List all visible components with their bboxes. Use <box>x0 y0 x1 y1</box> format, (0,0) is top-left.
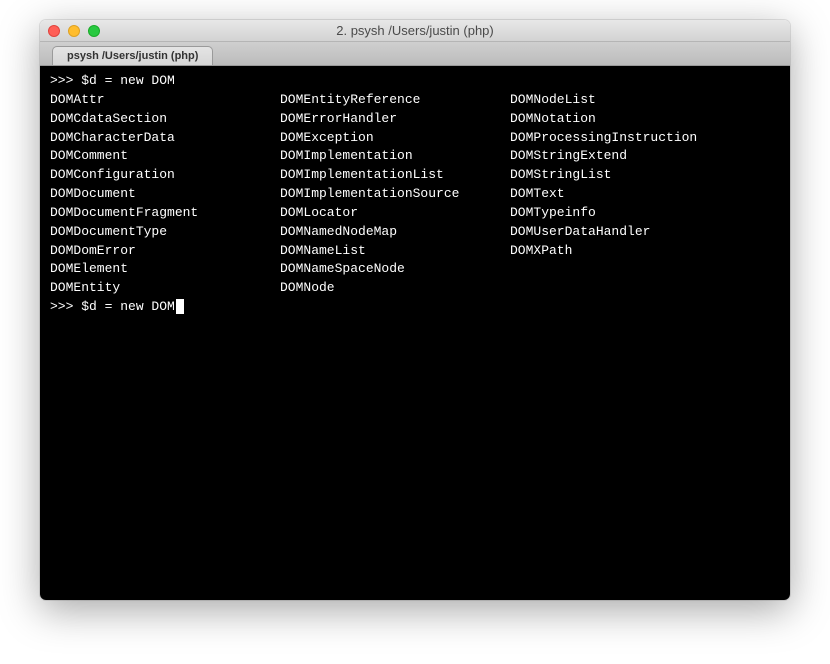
prompt-symbol: >>> <box>50 73 81 88</box>
completion-item: DOMNamedNodeMap <box>280 223 490 242</box>
completion-col-0: DOMAttr DOMCdataSection DOMCharacterData… <box>50 91 280 298</box>
completion-item: DOMImplementationSource <box>280 185 490 204</box>
window-titlebar: 2. psysh /Users/justin (php) <box>40 20 790 42</box>
completion-item: DOMNodeList <box>510 91 760 110</box>
terminal-window: 2. psysh /Users/justin (php) psysh /User… <box>40 20 790 600</box>
completion-item: DOMErrorHandler <box>280 110 490 129</box>
completion-item: DOMProcessingInstruction <box>510 129 760 148</box>
completion-item: DOMDocumentType <box>50 223 260 242</box>
completion-item: DOMException <box>280 129 490 148</box>
prompt-line-2: >>> $d = new DOM <box>50 298 780 317</box>
completion-item: DOMElement <box>50 260 260 279</box>
tab-label: psysh /Users/justin (php) <box>67 50 198 62</box>
input-text: $d = new DOM <box>81 299 175 314</box>
completion-item: DOMAttr <box>50 91 260 110</box>
prompt-line-1: >>> $d = new DOM <box>50 72 780 91</box>
completion-columns: DOMAttr DOMCdataSection DOMCharacterData… <box>50 91 780 298</box>
completion-item: DOMConfiguration <box>50 166 260 185</box>
completion-item: DOMImplementationList <box>280 166 490 185</box>
minimize-icon[interactable] <box>68 25 80 37</box>
window-title: 2. psysh /Users/justin (php) <box>40 23 790 38</box>
cursor-icon <box>176 299 184 314</box>
completion-item: DOMLocator <box>280 204 490 223</box>
completion-item: DOMTypeinfo <box>510 204 760 223</box>
completion-item: DOMNameSpaceNode <box>280 260 490 279</box>
completion-item: DOMDomError <box>50 242 260 261</box>
completion-item: DOMStringList <box>510 166 760 185</box>
completion-col-2: DOMNodeList DOMNotation DOMProcessingIns… <box>510 91 780 298</box>
completion-item: DOMNotation <box>510 110 760 129</box>
completion-item: DOMNode <box>280 279 490 298</box>
completion-item: DOMCdataSection <box>50 110 260 129</box>
input-text: $d = new DOM <box>81 73 175 88</box>
completion-item: DOMEntityReference <box>280 91 490 110</box>
traffic-lights <box>48 25 100 37</box>
completion-item: DOMUserDataHandler <box>510 223 760 242</box>
completion-item: DOMImplementation <box>280 147 490 166</box>
completion-item: DOMStringExtend <box>510 147 760 166</box>
completion-item: DOMComment <box>50 147 260 166</box>
maximize-icon[interactable] <box>88 25 100 37</box>
completion-item: DOMCharacterData <box>50 129 260 148</box>
close-icon[interactable] <box>48 25 60 37</box>
completion-col-1: DOMEntityReference DOMErrorHandler DOMEx… <box>280 91 510 298</box>
completion-item: DOMDocumentFragment <box>50 204 260 223</box>
prompt-symbol: >>> <box>50 299 81 314</box>
tab-bar: psysh /Users/justin (php) <box>40 42 790 66</box>
terminal-content[interactable]: >>> $d = new DOM DOMAttr DOMCdataSection… <box>40 66 790 600</box>
completion-item: DOMNameList <box>280 242 490 261</box>
completion-item: DOMEntity <box>50 279 260 298</box>
completion-item: DOMText <box>510 185 760 204</box>
tab-psysh[interactable]: psysh /Users/justin (php) <box>52 46 213 65</box>
completion-item: DOMDocument <box>50 185 260 204</box>
completion-item: DOMXPath <box>510 242 760 261</box>
